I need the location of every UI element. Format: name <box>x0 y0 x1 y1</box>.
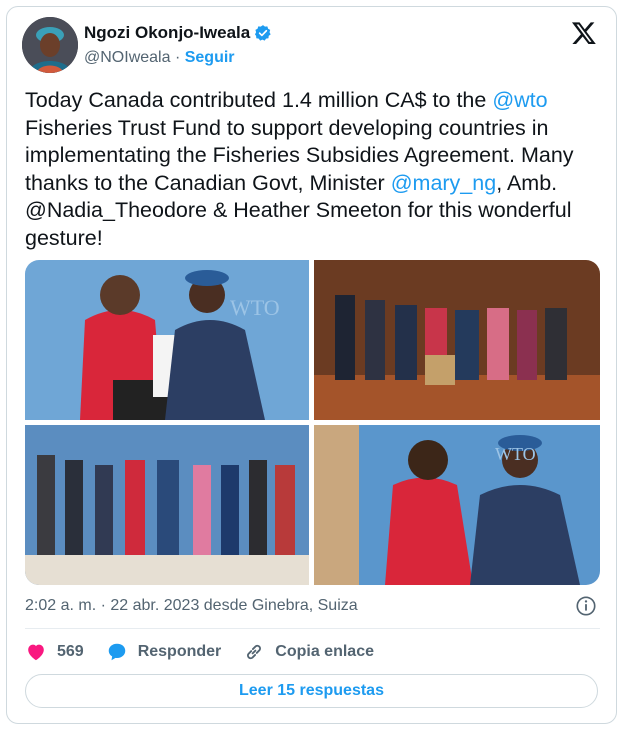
follow-button[interactable]: Seguir <box>185 49 235 66</box>
tweet-text-segment: Today Canada contributed 1.4 million CA$… <box>25 88 493 112</box>
copy-link-label: Copia enlace <box>275 643 374 660</box>
verified-badge-icon <box>255 25 271 41</box>
photo-grid: WTO WTO <box>25 260 600 585</box>
action-bar: 569 Responder Copia enlace <box>25 640 396 664</box>
divider <box>25 628 600 629</box>
wto-backdrop-text: WTO <box>230 295 280 320</box>
author-name[interactable]: Ngozi Okonjo-Iweala <box>84 23 250 43</box>
like-button[interactable]: 569 <box>25 641 84 663</box>
handle-row: @NOIweala · Seguir <box>84 49 235 67</box>
copy-link-button[interactable]: Copia enlace <box>243 641 374 663</box>
tweet-text: Today Canada contributed 1.4 million CA$… <box>25 87 600 253</box>
like-count: 569 <box>57 643 84 660</box>
reply-button[interactable]: Responder <box>106 641 222 663</box>
info-icon[interactable] <box>575 595 597 617</box>
photo-3[interactable] <box>25 425 309 585</box>
read-replies-button[interactable]: Leer 15 respuestas <box>25 674 598 708</box>
mention-mary-ng-link[interactable]: @mary_ng <box>391 171 496 195</box>
author-name-row[interactable]: Ngozi Okonjo-Iweala <box>84 23 272 43</box>
reply-bubble-icon <box>108 643 125 661</box>
x-logo-icon[interactable] <box>571 20 597 46</box>
heart-icon <box>28 644 44 661</box>
wto-backdrop-text: WTO <box>495 444 536 464</box>
photo-4[interactable]: WTO <box>314 425 600 585</box>
photo-1[interactable]: WTO <box>25 260 309 420</box>
reply-label: Responder <box>137 643 222 660</box>
avatar-image <box>22 17 78 73</box>
tweet-timestamp[interactable]: 2:02 a. m. · 22 abr. 2023 desde Ginebra,… <box>25 597 358 615</box>
author-handle[interactable]: @NOIweala <box>84 49 171 66</box>
link-icon <box>247 644 262 660</box>
handle-separator: · <box>174 49 181 66</box>
avatar[interactable] <box>22 17 78 73</box>
photo-2[interactable] <box>314 260 600 420</box>
mention-wto-link[interactable]: @wto <box>492 88 547 112</box>
